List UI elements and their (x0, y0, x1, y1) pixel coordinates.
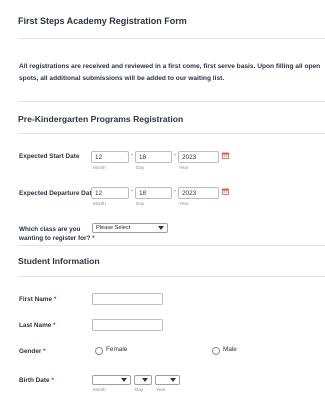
start-day-input[interactable]: 18 (135, 151, 172, 163)
departure-day-input[interactable]: 18 (135, 187, 172, 199)
class-select[interactable]: Please Select (92, 223, 168, 233)
birth-day-select[interactable] (134, 375, 152, 385)
last-name-label: Last Name * (19, 322, 56, 329)
start-year-input[interactable]: 2023 (178, 151, 219, 163)
departure-year-input[interactable]: 2023 (178, 187, 219, 199)
date-separator: - (174, 152, 177, 159)
start-date-label: Expected Start Date (19, 153, 80, 160)
divider (18, 245, 325, 246)
day-sublabel: Day (135, 387, 144, 392)
calendar-icon[interactable] (222, 188, 229, 195)
required-asterisk: * (53, 296, 57, 303)
birth-year-select[interactable] (155, 375, 180, 385)
divider (18, 101, 325, 102)
required-asterisk: * (43, 348, 46, 355)
first-name-label: First Name * (19, 296, 57, 303)
birth-date-label: Birth Date * (19, 377, 54, 384)
date-separator: - (174, 188, 177, 195)
gender-label: Gender * (19, 348, 46, 355)
divider (18, 38, 325, 39)
required-asterisk: * (51, 377, 54, 384)
day-sublabel: Day (136, 201, 145, 206)
class-select-label: Which class are you wanting to register … (19, 226, 95, 242)
year-sublabel: Year (179, 165, 189, 170)
year-sublabel: Year (156, 387, 166, 392)
section-heading-student: Student Information (18, 256, 100, 266)
date-separator: - (131, 188, 134, 195)
month-sublabel: Month (93, 165, 106, 170)
divider (18, 276, 325, 277)
class-select-value: Please Select (96, 225, 131, 231)
last-name-input[interactable] (92, 319, 163, 331)
chevron-down-icon (170, 378, 176, 382)
day-sublabel: Day (136, 165, 145, 170)
chevron-down-icon (142, 378, 148, 382)
departure-date-label: Expected Departure Date (19, 190, 96, 197)
start-month-input[interactable]: 12 (91, 151, 129, 163)
gender-male-radio[interactable] (212, 347, 220, 355)
departure-month-input[interactable]: 12 (91, 187, 129, 199)
calendar-icon[interactable] (222, 152, 229, 159)
year-sublabel: Year (179, 201, 189, 206)
date-separator: - (131, 152, 134, 159)
month-sublabel: Month (93, 387, 106, 392)
section-heading-prek: Pre-Kindergarten Programs Registration (18, 114, 184, 124)
first-name-input[interactable] (92, 293, 163, 305)
gender-female-label[interactable]: Female (106, 346, 127, 353)
chevron-down-icon (158, 226, 164, 230)
registration-notice: All registrations are received and revie… (19, 63, 321, 82)
required-asterisk: * (92, 235, 95, 242)
form-title: First Steps Academy Registration Form (18, 16, 187, 26)
birth-month-select[interactable] (92, 375, 131, 385)
divider (18, 133, 325, 134)
month-sublabel: Month (93, 201, 106, 206)
required-asterisk: * (53, 322, 56, 329)
gender-female-radio[interactable] (95, 347, 103, 355)
chevron-down-icon (121, 378, 127, 382)
gender-male-label[interactable]: Male (223, 346, 237, 353)
